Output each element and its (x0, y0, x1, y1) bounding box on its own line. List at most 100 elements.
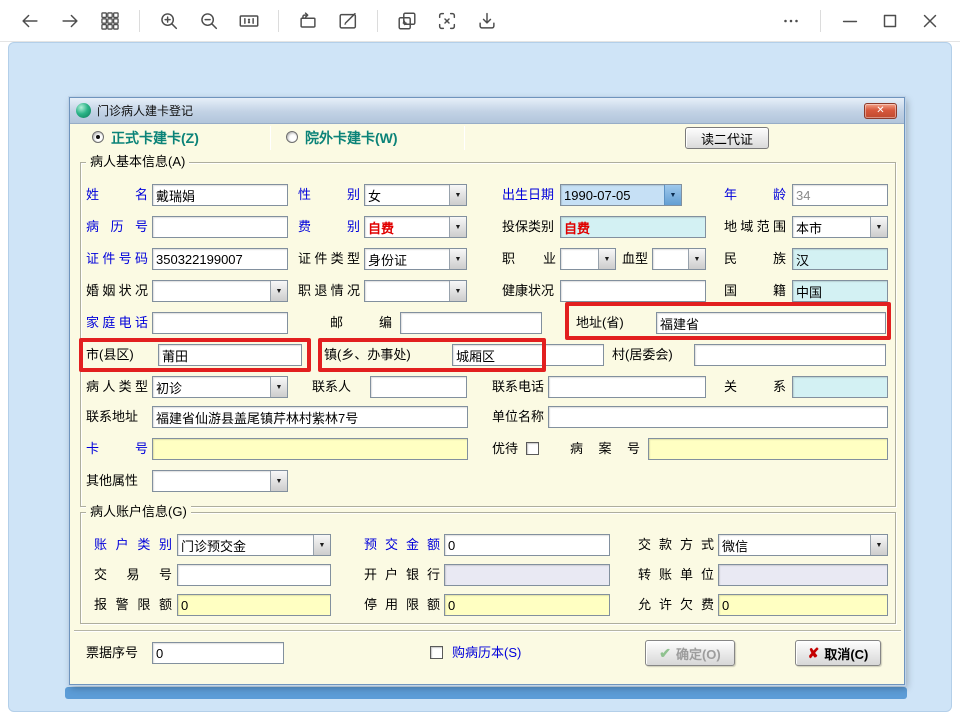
fee-type-value: 自费 (368, 220, 395, 236)
more-icon (784, 19, 798, 22)
download-button[interactable] (469, 4, 505, 38)
forward-button[interactable] (52, 4, 88, 38)
province-input[interactable]: 福建省 (656, 312, 886, 334)
radio-external-card-label[interactable]: 院外卡建卡(W) (305, 127, 398, 149)
rotate-button[interactable] (290, 4, 326, 38)
city-input[interactable]: 莆田 (158, 344, 302, 366)
buy-record-checkbox[interactable] (430, 646, 443, 659)
town-input[interactable]: 城厢区 (452, 344, 604, 366)
contact-address-input[interactable]: 福建省仙游县盖尾镇芹林村紫林7号 (152, 406, 468, 428)
employer-input[interactable] (548, 406, 888, 428)
employment-status-select[interactable]: ▼ (364, 280, 467, 302)
account-type-value: 门诊预交金 (181, 538, 247, 554)
patient-type-select[interactable]: 初诊 ▼ (152, 376, 288, 398)
read-id-card-button[interactable]: 读二代证 (685, 127, 769, 149)
birth-date-select[interactable]: 1990-07-05 ▼ (560, 184, 682, 206)
dropdown-arrow-icon[interactable]: ▼ (870, 535, 887, 555)
close-button[interactable] (912, 4, 948, 38)
text-recognition-button[interactable] (429, 4, 465, 38)
payment-method-select[interactable]: 微信 ▼ (718, 534, 888, 556)
cancel-button[interactable]: ✘ 取消(C) (795, 640, 881, 666)
minimize-button[interactable] (832, 4, 868, 38)
fee-type-select[interactable]: 自费 ▼ (364, 216, 467, 238)
health-status-input[interactable] (560, 280, 706, 302)
relationship-input[interactable] (792, 376, 888, 398)
dropdown-arrow-icon[interactable]: ▼ (870, 217, 887, 237)
copy-image-button[interactable] (389, 4, 425, 38)
region-label: 地域范围 (724, 219, 786, 234)
stop-limit-input[interactable]: 0 (444, 594, 610, 616)
bank-input (444, 564, 610, 586)
contact-person-input[interactable] (370, 376, 467, 398)
province-label: 地址(省) (576, 315, 624, 330)
dropdown-arrow-icon[interactable]: ▼ (270, 281, 287, 301)
region-select[interactable]: 本市 ▼ (792, 216, 888, 238)
transfer-unit-input (718, 564, 888, 586)
dropdown-arrow-icon[interactable]: ▼ (449, 249, 466, 269)
id-type-value: 身份证 (368, 252, 408, 268)
postcode-input[interactable] (400, 312, 542, 334)
marital-status-select[interactable]: ▼ (152, 280, 288, 302)
receipt-no-label: 票据序号 (86, 645, 139, 660)
dialog-title: 门诊病人建卡登记 (97, 104, 194, 118)
dropdown-arrow-icon[interactable]: ▼ (449, 281, 466, 301)
dropdown-arrow-icon[interactable]: ▼ (449, 185, 466, 205)
preferential-checkbox[interactable] (526, 442, 539, 455)
stop-limit-label: 停用限额 (364, 597, 440, 612)
card-no-input[interactable] (152, 438, 468, 460)
other-attr-select[interactable]: ▼ (152, 470, 288, 492)
blood-type-select[interactable]: ▼ (652, 248, 706, 270)
ok-button[interactable]: ✔ 确定(O) (645, 640, 735, 666)
dropdown-arrow-icon[interactable]: ▼ (313, 535, 330, 555)
case-no-input[interactable] (648, 438, 888, 460)
ethnicity-input[interactable]: 汉 (792, 248, 888, 270)
transaction-no-input[interactable] (177, 564, 331, 586)
ok-button-label: 确定(O) (675, 646, 721, 662)
gender-select[interactable]: 女 ▼ (364, 184, 467, 206)
allow-debt-input[interactable]: 0 (718, 594, 888, 616)
employer-label: 单位名称 (492, 409, 545, 424)
actual-size-button[interactable] (231, 4, 267, 38)
deposit-input[interactable]: 0 (444, 534, 610, 556)
dropdown-arrow-icon[interactable]: ▼ (688, 249, 705, 269)
dropdown-arrow-icon[interactable]: ▼ (598, 249, 615, 269)
dropdown-arrow-icon[interactable]: ▼ (449, 217, 466, 237)
case-no-label: 病案号 (570, 441, 640, 456)
name-input[interactable]: 戴瑞娟 (152, 184, 288, 206)
insurance-type-input[interactable]: 自费 (560, 216, 706, 238)
dialog-titlebar[interactable]: 门诊病人建卡登记 (70, 98, 904, 124)
occupation-select[interactable]: ▼ (560, 248, 616, 270)
medical-record-no-input[interactable] (152, 216, 288, 238)
radio-formal-card-label[interactable]: 正式卡建卡(Z) (111, 127, 199, 149)
x-icon: ✘ (807, 644, 820, 661)
maximize-button[interactable] (872, 4, 908, 38)
more-button[interactable] (773, 4, 809, 38)
alarm-limit-input[interactable]: 0 (177, 594, 331, 616)
nationality-input[interactable]: 中国 (792, 280, 888, 302)
home-phone-input[interactable] (152, 312, 288, 334)
id-type-select[interactable]: 身份证 ▼ (364, 248, 467, 270)
apps-grid-button[interactable] (92, 4, 128, 38)
age-input[interactable]: 34 (792, 184, 888, 206)
zoom-in-button[interactable] (151, 4, 187, 38)
text-recognition-icon (438, 12, 456, 29)
contact-phone-input[interactable] (548, 376, 706, 398)
radio-formal-card[interactable] (92, 131, 104, 143)
zoom-out-button[interactable] (191, 4, 227, 38)
dropdown-arrow-icon[interactable]: ▼ (664, 185, 681, 205)
village-input[interactable] (694, 344, 886, 366)
edit-button[interactable] (330, 4, 366, 38)
dropdown-arrow-icon[interactable]: ▼ (270, 471, 287, 491)
health-status-label: 健康状况 (502, 283, 555, 298)
dialog-close-button[interactable]: ✕ (864, 103, 897, 119)
buy-record-label[interactable]: 购病历本(S) (452, 642, 521, 664)
account-type-select[interactable]: 门诊预交金 ▼ (177, 534, 331, 556)
radio-external-card[interactable] (286, 131, 298, 143)
payment-method-label: 交款方式 (638, 537, 714, 552)
marital-status-label: 婚姻状况 (86, 283, 148, 298)
background-window-strip (65, 687, 907, 699)
id-number-input[interactable]: 350322199007 (152, 248, 288, 270)
receipt-no-input[interactable]: 0 (152, 642, 284, 664)
back-button[interactable] (12, 4, 48, 38)
dropdown-arrow-icon[interactable]: ▼ (270, 377, 287, 397)
